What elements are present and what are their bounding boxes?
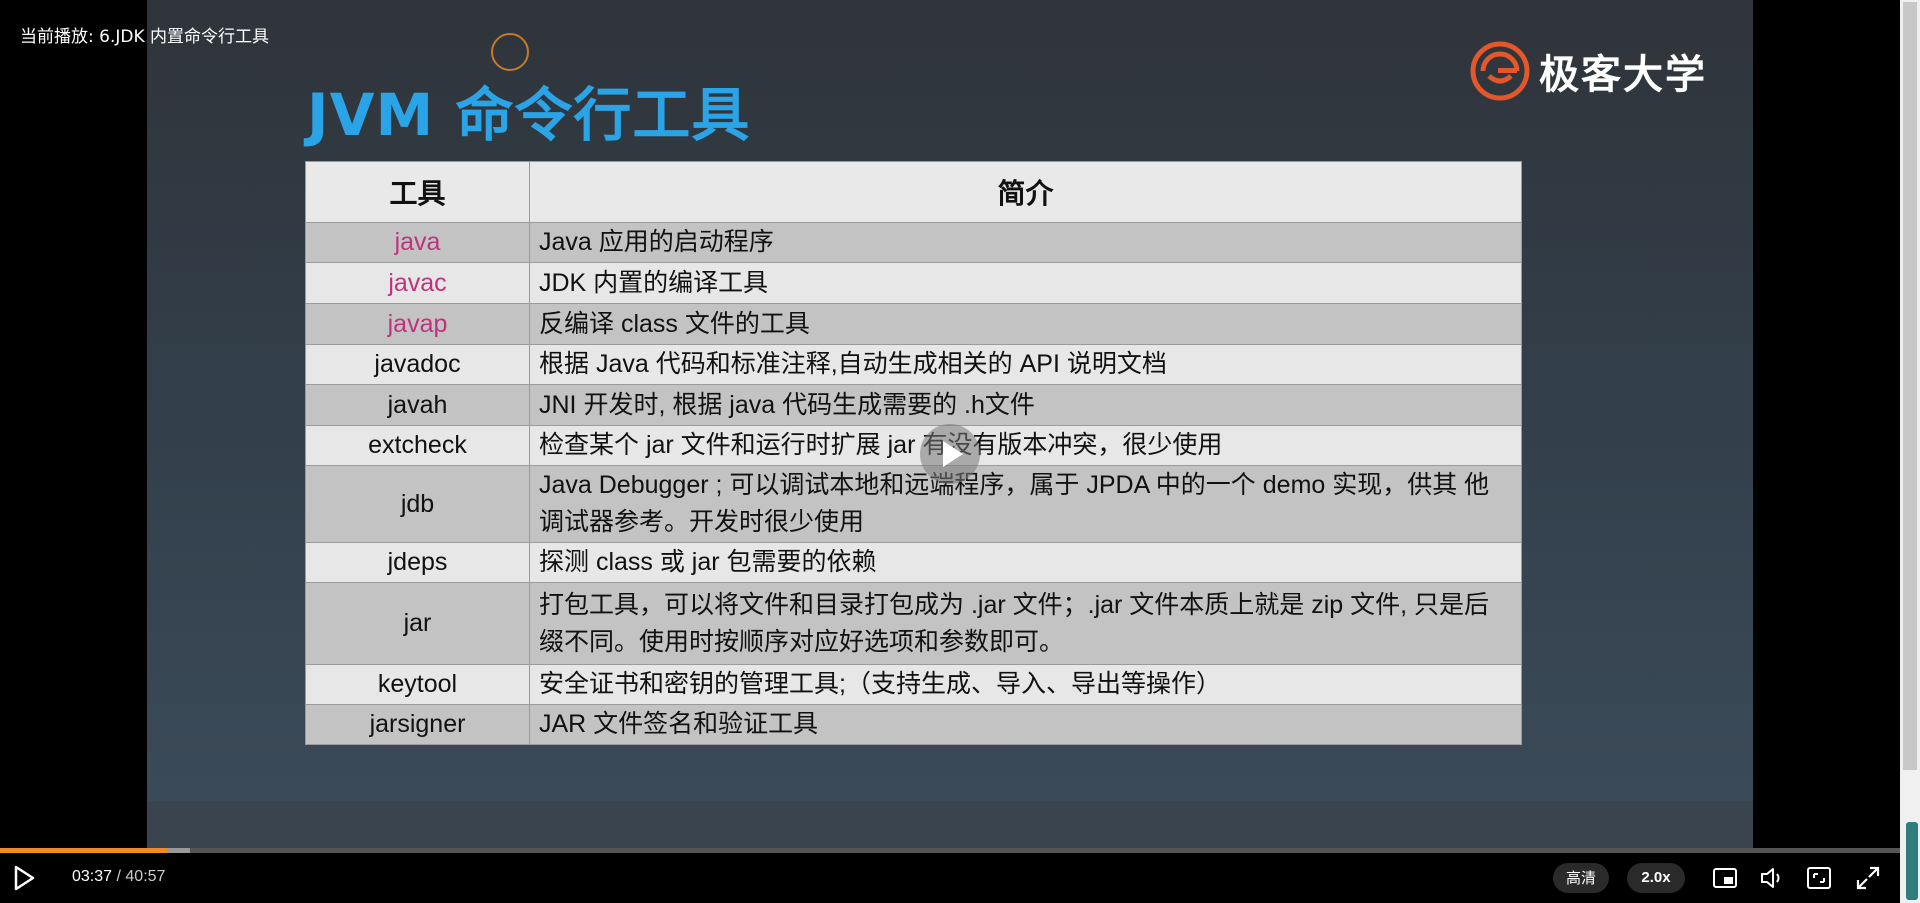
table-row: javadoc 根据 Java 代码和标准注释,自动生成相关的 API 说明文档 bbox=[305, 344, 1522, 385]
page-scrollbar[interactable] bbox=[1900, 0, 1920, 903]
header-desc: 简介 bbox=[529, 161, 1522, 223]
time-separator: / bbox=[112, 868, 126, 885]
tool-desc-cell: 探测 class 或 jar 包需要的依赖 bbox=[529, 542, 1522, 583]
mouse-cursor-ring bbox=[491, 33, 529, 71]
play-icon[interactable] bbox=[10, 864, 38, 892]
tool-name-cell: javadoc bbox=[305, 344, 530, 385]
picture-in-picture-icon[interactable] bbox=[1712, 865, 1738, 891]
center-play-icon[interactable] bbox=[920, 424, 980, 484]
tool-desc-cell: 打包工具，可以将文件和目录打包成为 .jar 文件；.jar 文件本质上就是 z… bbox=[529, 582, 1522, 665]
header-tool: 工具 bbox=[305, 161, 530, 223]
duration: 40:57 bbox=[125, 868, 166, 885]
tool-name-cell: extcheck bbox=[305, 425, 530, 466]
time-display: 03:37 / 40:57 bbox=[72, 868, 165, 886]
tool-desc-cell: JDK 内置的编译工具 bbox=[529, 262, 1522, 304]
current-time: 03:37 bbox=[72, 868, 113, 885]
brand-name: 极客大学 bbox=[1539, 52, 1707, 98]
tool-desc-cell: JAR 文件签名和验证工具 bbox=[529, 704, 1522, 745]
table-row: java Java 应用的启动程序 bbox=[305, 222, 1522, 263]
scrollbar-thumb[interactable] bbox=[1903, 2, 1917, 770]
fullscreen-icon[interactable] bbox=[1855, 865, 1881, 891]
web-fullscreen-icon[interactable] bbox=[1806, 865, 1832, 891]
video-player[interactable]: 当前播放: 6.JDK 内置命令行工具 JVM 命令行工具 极客大学 工具 简介… bbox=[0, 0, 1900, 903]
table-row: javah JNI 开发时, 根据 java 代码生成需要的 .h文件 bbox=[305, 384, 1522, 426]
speed-button[interactable]: 2.0x bbox=[1627, 863, 1685, 893]
tool-name-cell: jar bbox=[305, 582, 530, 665]
table-header-row: 工具 简介 bbox=[305, 161, 1522, 223]
quality-button[interactable]: 高清 bbox=[1553, 863, 1609, 893]
table-row: javap 反编译 class 文件的工具 bbox=[305, 303, 1522, 345]
tool-name-cell: javah bbox=[305, 384, 530, 426]
volume-icon[interactable] bbox=[1759, 865, 1785, 891]
brand-logo: 极客大学 bbox=[1469, 40, 1707, 102]
tool-name-cell: jdeps bbox=[305, 542, 530, 583]
tool-desc-cell: 检查某个 jar 文件和运行时扩展 jar 有没有版本冲突，很少使用 bbox=[529, 425, 1522, 466]
slide-title: JVM 命令行工具 bbox=[307, 81, 751, 149]
tool-name-cell: jarsigner bbox=[305, 704, 530, 745]
tool-name-cell: javap bbox=[305, 303, 530, 345]
tool-desc-cell: Java Debugger ; 可以调试本地和远端程序，属于 JPDA 中的一个… bbox=[529, 465, 1522, 543]
geek-university-logo-icon bbox=[1470, 41, 1530, 101]
tool-name-cell: jdb bbox=[305, 465, 530, 543]
jvm-tools-table: 工具 简介 java Java 应用的启动程序 javac JDK 内置的编译工具 ja… bbox=[305, 161, 1522, 745]
table-row: jar 打包工具，可以将文件和目录打包成为 .jar 文件；.jar 文件本质上就… bbox=[305, 582, 1522, 665]
tool-desc-cell: Java 应用的启动程序 bbox=[529, 222, 1522, 263]
slide-footer-band bbox=[147, 801, 1753, 851]
scrollbar-widget bbox=[1906, 822, 1918, 900]
table-row: jdeps 探测 class 或 jar 包需要的依赖 bbox=[305, 542, 1522, 583]
table-row: extcheck 检查某个 jar 文件和运行时扩展 jar 有没有版本冲突，很少… bbox=[305, 425, 1522, 466]
table-row: javac JDK 内置的编译工具 bbox=[305, 262, 1522, 304]
tool-name-cell: javac bbox=[305, 262, 530, 304]
now-playing-title: 当前播放: 6.JDK 内置命令行工具 bbox=[20, 27, 270, 47]
control-bar: 03:37 / 40:57 高清 2.0x bbox=[0, 853, 1900, 903]
tool-desc-cell: JNI 开发时, 根据 java 代码生成需要的 .h文件 bbox=[529, 384, 1522, 426]
table-row: jarsigner JAR 文件签名和验证工具 bbox=[305, 704, 1522, 745]
tool-desc-cell: 安全证书和密钥的管理工具;（支持生成、导入、导出等操作） bbox=[529, 664, 1522, 705]
table-row: jdb Java Debugger ; 可以调试本地和远端程序，属于 JPDA 中… bbox=[305, 465, 1522, 543]
tool-name-cell: keytool bbox=[305, 664, 530, 705]
tool-desc-cell: 根据 Java 代码和标准注释,自动生成相关的 API 说明文档 bbox=[529, 344, 1522, 385]
tool-name-cell: java bbox=[305, 222, 530, 263]
table-row: keytool 安全证书和密钥的管理工具;（支持生成、导入、导出等操作） bbox=[305, 664, 1522, 705]
tool-desc-cell: 反编译 class 文件的工具 bbox=[529, 303, 1522, 345]
